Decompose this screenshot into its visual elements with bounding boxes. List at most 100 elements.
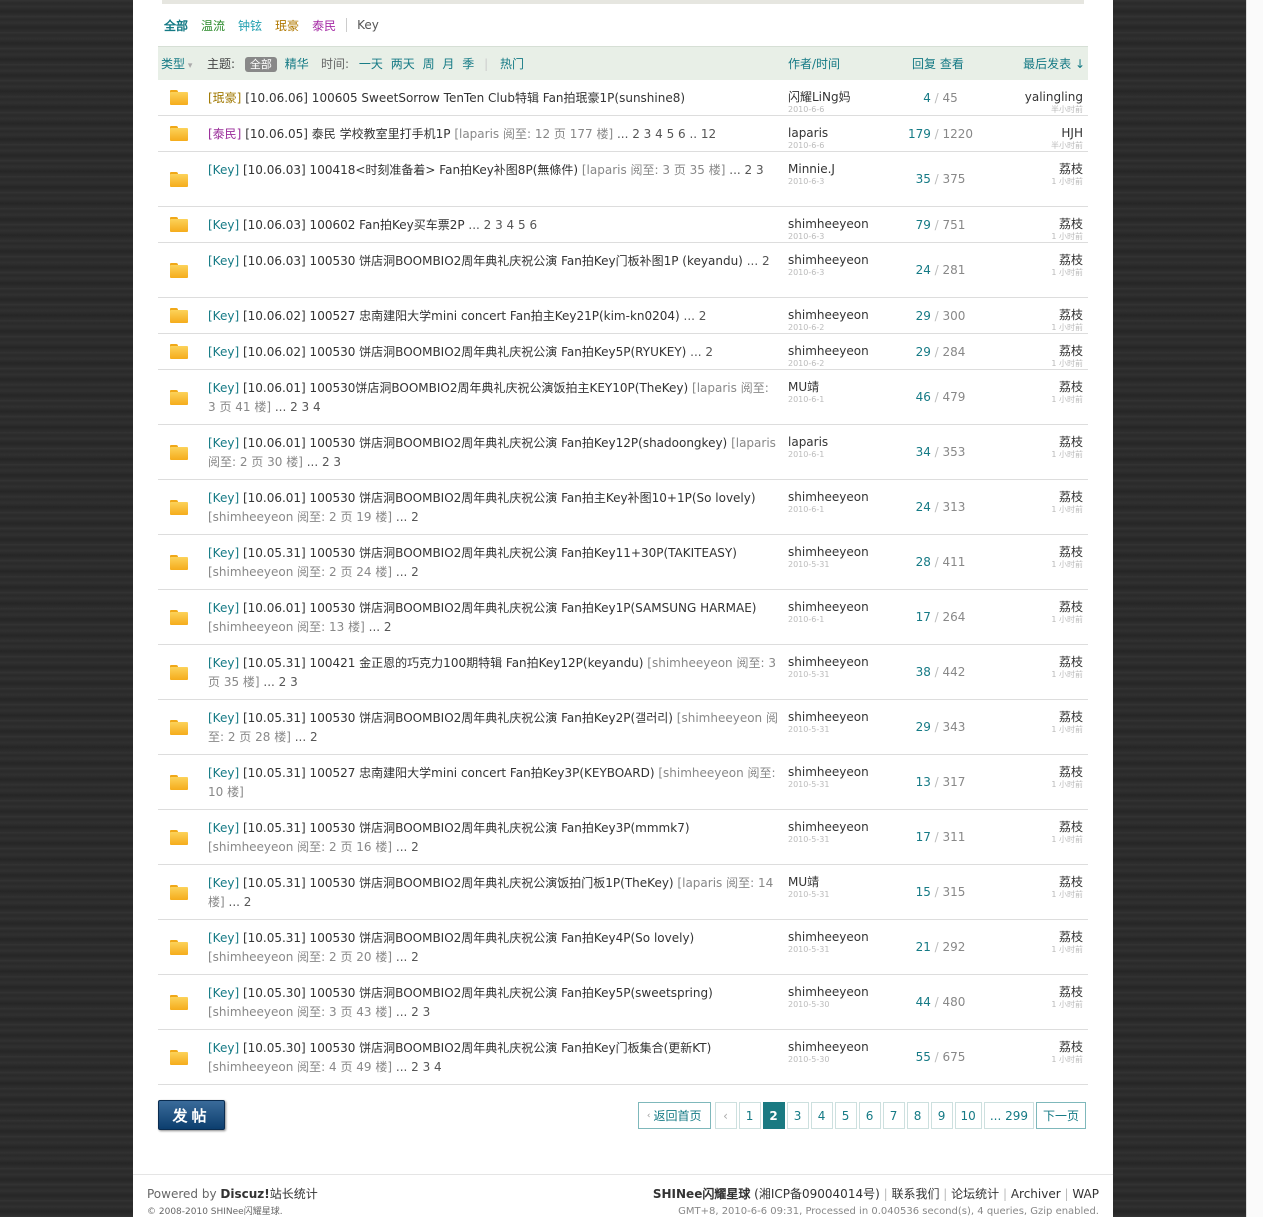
forum-stats-link[interactable]: 论坛统计 [951,1187,999,1201]
last-poster-link[interactable]: 荔枝 [1059,820,1083,834]
thread-title-link[interactable]: [10.05.31] 100421 金正恩的巧克力100期特辑 Fan拍Key1… [239,656,644,670]
thread-pages[interactable]: ... 2 [365,620,392,634]
thread-type-tag[interactable]: [Key] [208,436,239,450]
author-link[interactable]: shimheeyeon [788,217,869,231]
thread-title-link[interactable]: [10.06.01] 100530 饼店洞BOOMBIO2周年典礼庆祝公演 Fa… [239,436,727,450]
type-filter-3[interactable]: 珉豪 [275,17,299,34]
last-post-time[interactable]: 1 小时前 [983,359,1083,368]
time-month-link[interactable]: 月 [442,57,454,71]
prev-page-button[interactable]: ‹ [714,1102,737,1129]
read-position[interactable]: [shimheeyeon 阅至: 13 楼] [208,620,365,634]
filter-all-button[interactable]: 全部 [244,57,277,72]
page-link-1[interactable]: 1 [738,1102,761,1129]
type-filter-4[interactable]: 泰民 [312,17,336,34]
last-post-time[interactable]: 半小时前 [983,105,1083,114]
thread-pages[interactable]: ... 2 [392,510,419,524]
author-link[interactable]: laparis [788,435,828,449]
last-post-time[interactable]: 半小时前 [983,141,1083,150]
last-post-time[interactable]: 1 小时前 [983,670,1083,679]
last-post-time[interactable]: 1 小时前 [983,232,1083,241]
author-link[interactable]: shimheeyeon [788,600,869,614]
thread-pages[interactable]: ... 2 3 [260,675,297,689]
thread-type-tag[interactable]: [Key] [208,491,239,505]
thread-type-tag[interactable]: [Key] [208,345,239,359]
read-position[interactable]: [shimheeyeon 阅至: 3 页 43 楼] [208,1005,392,1019]
last-post-time[interactable]: 1 小时前 [983,560,1083,569]
type-sort[interactable]: 类型 ▾ [161,55,192,72]
last-poster-link[interactable]: 荔枝 [1059,380,1083,394]
thread-type-tag[interactable]: [Key] [208,309,239,323]
stats-link[interactable]: 站长统计 [270,1187,318,1201]
author-link[interactable]: shimheeyeon [788,930,869,944]
thread-title-link[interactable]: [10.05.30] 100530 饼店洞BOOMBIO2周年典礼庆祝公演 Fa… [239,1041,711,1055]
thread-pages[interactable]: ... 2 3 4 5 6 [465,218,537,232]
type-filter-0[interactable]: 全部 [164,17,188,34]
time-season-link[interactable]: 季 [462,57,474,71]
back-home-button[interactable]: ‹ 返回首页 [637,1102,711,1129]
thread-title-link[interactable]: [10.06.05] 泰民 学校教室里打手机1P [241,127,450,141]
last-poster-link[interactable]: 荔枝 [1059,875,1083,889]
page-link-6[interactable]: 6 [858,1102,881,1129]
thread-pages[interactable]: ... 2 [291,730,318,744]
author-link[interactable]: shimheeyeon [788,545,869,559]
last-poster-link[interactable]: 荔枝 [1059,765,1083,779]
thread-type-tag[interactable]: [泰民] [208,127,241,141]
author-link[interactable]: shimheeyeon [788,985,869,999]
author-time-sort[interactable]: 作者/时间 [788,55,840,72]
thread-title-link[interactable]: [10.05.31] 100527 忠南建阳大学mini concert Fan… [239,766,655,780]
thread-title-link[interactable]: [10.06.02] 100530 饼店洞BOOMBIO2周年典礼庆祝公演 Fa… [239,345,686,359]
thread-title-link[interactable]: [10.06.02] 100527 忠南建阳大学mini concert Fan… [239,309,680,323]
last-post-time[interactable]: 1 小时前 [983,177,1083,186]
thread-pages[interactable]: ... 2 [225,895,252,909]
last-post-time[interactable]: 1 小时前 [983,835,1083,844]
last-poster-link[interactable]: 荔枝 [1059,930,1083,944]
last-post-time[interactable]: 1 小时前 [983,505,1083,514]
author-link[interactable]: shimheeyeon [788,490,869,504]
type-filter-2[interactable]: 钟铉 [238,17,262,34]
thread-type-tag[interactable]: [珉豪] [208,91,241,105]
read-position[interactable]: [laparis 阅至: 3 页 35 楼] [578,163,726,177]
thread-title-link[interactable]: [10.06.01] 100530饼店洞BOOMBIO2周年典礼庆祝公演饭拍主K… [239,381,688,395]
thread-title-link[interactable]: [10.06.01] 100530 饼店洞BOOMBIO2周年典礼庆祝公演 Fa… [239,491,756,505]
author-link[interactable]: laparis [788,126,828,140]
icp-link[interactable]: (湘ICP备09004014号) [754,1187,880,1201]
thread-title-link[interactable]: [10.06.01] 100530 饼店洞BOOMBIO2周年典礼庆祝公演 Fa… [239,601,757,615]
views-sort-link[interactable]: 查看 [940,57,964,71]
last-post-time[interactable]: 1 小时前 [983,323,1083,332]
page-link-3[interactable]: 3 [786,1102,809,1129]
type-label[interactable]: 类型 [161,57,185,71]
thread-pages[interactable]: ... 2 3 [725,163,763,177]
last-page-link[interactable]: ... 299 [983,1102,1034,1129]
thread-type-tag[interactable]: [Key] [208,711,239,725]
last-post-time[interactable]: 1 小时前 [983,1055,1083,1064]
read-position[interactable]: [shimheeyeon 阅至: 2 页 19 楼] [208,510,392,524]
thread-type-tag[interactable]: [Key] [208,546,239,560]
last-poster-link[interactable]: yalingling [1025,90,1083,104]
thread-title-link[interactable]: [10.05.31] 100530 饼店洞BOOMBIO2周年典礼庆祝公演 Fa… [239,931,694,945]
wap-link[interactable]: WAP [1072,1187,1099,1201]
last-post-time[interactable]: 1 小时前 [983,450,1083,459]
thread-title-link[interactable]: [10.05.31] 100530 饼店洞BOOMBIO2周年典礼庆祝公演 Fa… [239,711,673,725]
time-day-link[interactable]: 一天 [359,57,383,71]
thread-type-tag[interactable]: [Key] [208,381,239,395]
time-twodays-link[interactable]: 两天 [391,57,415,71]
thread-pages[interactable]: ... 2 3 4 5 6 .. 12 [613,127,716,141]
thread-type-tag[interactable]: [Key] [208,876,239,890]
discuz-link[interactable]: Discuz! [220,1187,269,1201]
site-name-link[interactable]: SHINee闪耀星球 [653,1187,750,1201]
author-link[interactable]: shimheeyeon [788,765,869,779]
filter-digest-link[interactable]: 精华 [285,57,309,71]
last-poster-link[interactable]: 荔枝 [1059,545,1083,559]
thread-pages[interactable]: ... 2 [392,950,419,964]
thread-pages[interactable]: ... 2 3 4 [392,1060,442,1074]
last-poster-link[interactable]: 荔枝 [1059,985,1083,999]
thread-type-tag[interactable]: [Key] [208,656,239,670]
last-post-time[interactable]: 1 小时前 [983,268,1083,277]
author-link[interactable]: shimheeyeon [788,253,869,267]
page-link-9[interactable]: 9 [930,1102,953,1129]
thread-title-link[interactable]: [10.05.30] 100530 饼店洞BOOMBIO2周年典礼庆祝公演 Fa… [239,986,713,1000]
thread-type-tag[interactable]: [Key] [208,163,239,177]
last-post-time[interactable]: 1 小时前 [983,945,1083,954]
author-link[interactable]: Minnie.J [788,162,835,176]
last-post-time[interactable]: 1 小时前 [983,890,1083,899]
